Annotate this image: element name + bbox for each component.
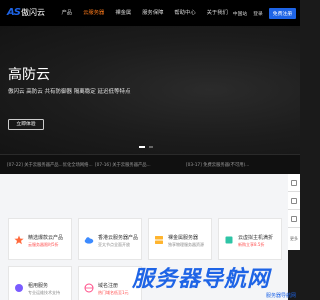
login-link[interactable]: 登录 [253, 10, 263, 17]
promo-card-title: 租用服务 [28, 283, 49, 289]
box-icon [225, 236, 233, 244]
promo-card-5[interactable]: 租用服务 专业运维技术支持 [8, 266, 72, 300]
side-contact[interactable] [288, 174, 300, 192]
promo-card-desc: 云服务器限时5折 [28, 242, 59, 247]
watermark-title: 服务器导航网 [132, 267, 271, 292]
promo-card-desc: 独享物理服务器资源 [168, 242, 204, 247]
side-phone[interactable] [288, 192, 300, 210]
logo-text: 傲闪云 [20, 8, 45, 17]
promo-card-title: 精选爆款云产品 [28, 235, 64, 241]
main-nav: 产品 云服务器 裸金属 服务保障 帮助中心 关于我们 [56, 0, 233, 26]
top-navbar: AS 傲闪云 产品 云服务器 裸金属 服务保障 帮助中心 关于我们 中国站 登录… [0, 0, 300, 26]
side-float-toolbar: 更多 [288, 174, 300, 250]
nav-about[interactable]: 关于我们 [201, 0, 233, 26]
promo-card-2[interactable]: 香港云服务器产品 亚太节点全面开放 [78, 218, 142, 260]
hero-subtitle: 傲闪云 高防云 共有防御器 隔离稳定 延迟低等特点 [8, 89, 131, 95]
side-more[interactable]: 更多 [288, 228, 300, 250]
logo[interactable]: AS 傲闪云 [7, 7, 45, 18]
server-icon [155, 236, 163, 244]
nav-service[interactable]: 服务保障 [137, 0, 169, 26]
carousel-dot-1[interactable] [139, 146, 145, 148]
qrcode-icon [291, 215, 297, 222]
promo-card-desc: 专业运维技术支持 [28, 290, 60, 295]
promo-card-title: 云虚拟主机满折 [238, 235, 274, 241]
account-area: 中国站 登录 免费注册 [233, 8, 296, 19]
promo-card-4[interactable]: 云虚拟主机满折 新购立享8.5折 [218, 218, 282, 260]
hero-cta-button[interactable]: 立即体验 [8, 119, 44, 130]
side-qrcode[interactable] [288, 210, 300, 228]
news-bar: [07-22] 关于云服务器产品...优化全场网络... [07-16] 关于云… [0, 154, 300, 174]
watermark: 服务器导航网 服务器导航网 [132, 261, 300, 300]
watermark-caption: 服务器导航网 [265, 293, 296, 299]
news-item-3[interactable]: [03-17] 免费云服务器(不可用)... [186, 162, 249, 168]
star-icon [14, 235, 24, 245]
promo-card-desc: 热门域名低至1元 [98, 290, 129, 295]
support-icon [15, 284, 23, 292]
language-switch[interactable]: 中国站 [233, 10, 247, 17]
phone-icon [291, 197, 297, 204]
cloud-icon [84, 237, 94, 244]
carousel-dots [139, 146, 153, 148]
carousel-dot-2[interactable] [149, 146, 153, 148]
promo-card-title: 裸金属服务器 [168, 235, 199, 241]
promo-card-1[interactable]: 精选爆款云产品 云服务器限时5折 [8, 218, 72, 260]
news-item-1[interactable]: [07-22] 关于云服务器产品...优化全场网络... [7, 162, 93, 168]
hero-banner: 高防云 傲闪云 高防云 共有防御器 隔离稳定 延迟低等特点 立即体验 [0, 26, 300, 154]
hero-title: 高防云 [8, 67, 50, 83]
globe-icon [84, 283, 94, 293]
promo-card-desc: 新购立享8.5折 [238, 242, 265, 247]
nav-bare-metal[interactable]: 裸金属 [110, 0, 137, 26]
nav-help[interactable]: 帮助中心 [169, 0, 201, 26]
news-item-2[interactable]: [07-16] 关于云服务器产品... [95, 162, 151, 168]
promo-card-desc: 亚太节点全面开放 [98, 242, 130, 247]
logo-mark: AS [7, 7, 21, 18]
nav-cloud-server[interactable]: 云服务器 [78, 0, 110, 26]
register-button[interactable]: 免费注册 [268, 8, 296, 19]
promo-card-title: 香港云服务器产品 [98, 235, 139, 241]
promo-card-3[interactable]: 裸金属服务器 独享物理服务器资源 [148, 218, 212, 260]
nav-products[interactable]: 产品 [56, 0, 78, 26]
chat-icon [291, 179, 297, 186]
promo-card-title: 域名注册 [98, 283, 119, 289]
